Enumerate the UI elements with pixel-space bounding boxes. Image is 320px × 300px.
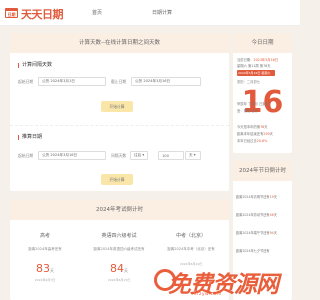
holiday-item[interactable]: 距离2024年劳动节还有46天 <box>236 212 277 217</box>
exam-date: 2024年6月15日 <box>107 278 131 282</box>
nav-date-calculator[interactable]: 日期计算 <box>140 0 184 26</box>
holiday-item[interactable]: 距离2024年端午节还有94天 <box>236 230 277 235</box>
exam-item-cet[interactable]: 英语四六级考试 距离2024年英语四六级考试还有 84天 2024年6月15日 <box>86 232 152 282</box>
exam-item-gaokao[interactable]: 高考 距离2024年高考还有 83天 2024年6月7日 <box>12 232 78 282</box>
calculate-interval-button[interactable]: 开始计算 <box>101 101 133 112</box>
current-date-line: 当前日期：2024年3月16日 <box>237 58 279 62</box>
watermark-url: mfzyw.com <box>192 292 222 297</box>
site-logo-text[interactable]: 天天日期 <box>21 6 64 22</box>
holiday-item[interactable]: 距离2024年清明节还有19天 <box>236 194 277 199</box>
interval-end-date-input[interactable] <box>131 77 201 86</box>
start-date-label: 起始日期 <box>18 79 34 84</box>
exam-description: 距离2024年中考（北京）还有 <box>167 247 215 251</box>
exam-days: 84 <box>110 262 124 275</box>
end-date-label: 截止日期 <box>111 79 127 84</box>
chevron-down-icon: ▾ <box>193 153 196 157</box>
offset-start-date-label: 起始日期 <box>18 153 34 158</box>
calculate-offset-button[interactable]: 开始计算 <box>101 174 133 185</box>
exam-name: 英语四六级考试 <box>101 233 137 239</box>
unit-select[interactable]: 天 ▾ <box>185 151 201 160</box>
today-title: 今日日期 <box>233 33 292 53</box>
exam-item-zhongkao[interactable]: 中考（北京） 距离2024年中考（北京）还有 2024年6月24日 <box>158 232 224 266</box>
year-progress-line: 本年已经过去20.8% <box>237 139 268 143</box>
interval-start-date-input[interactable] <box>38 77 106 86</box>
section-divider <box>10 125 229 126</box>
direction-value: 往后 <box>134 153 142 157</box>
exam-countdown-title: 2024年考试倒计时 <box>10 200 229 220</box>
exam-name: 中考（北京） <box>175 233 206 239</box>
direction-select[interactable]: 往后 ▾ <box>130 151 148 160</box>
interval-section-title: 计算间隔天数 <box>18 63 52 68</box>
exam-description: 距离2024年英语四六级考试还有 <box>93 247 145 251</box>
holiday-countdown-title: 2024年节日倒计时 <box>233 161 292 181</box>
offset-start-date-input[interactable] <box>38 151 106 160</box>
today-badge: 2024年3月16日 星期六 <box>237 70 275 76</box>
unit-value: 天 <box>189 153 193 157</box>
calendar-logo-icon[interactable]: 日期 <box>5 8 18 18</box>
exam-description: 距离2024年高考还有 <box>28 247 62 251</box>
interval-days-label: 间隔天数 <box>111 153 127 158</box>
calculator-title: 计算天数--在线计算日期之间天数 <box>10 33 229 53</box>
exam-days-unit: 天 <box>50 268 54 273</box>
watermark-text: 免费资源网 <box>168 272 279 298</box>
exam-days: 83 <box>36 262 50 275</box>
exam-date: 2024年6月7日 <box>34 278 56 282</box>
offset-section-title: 推算日期 <box>18 135 42 140</box>
days-remaining-line: 距离本年结束还有290天 <box>237 132 273 136</box>
today-date-card: 今日日期 当前日期：2024年3月16日 星期六 第11周 第76天 2024年… <box>233 33 292 153</box>
holiday-item[interactable]: 距离2024年七夕节还有 <box>236 248 270 253</box>
watermark-overlay: 免费资源网 mfzyw.com <box>154 263 300 300</box>
day-of-year-line: 今天是本年的第76天 <box>237 125 268 129</box>
exam-days-unit: 天 <box>124 268 128 273</box>
date-calculator-card: 计算天数--在线计算日期之间天数 计算间隔天数 起始日期 截止日期 开始计算 推… <box>10 33 229 191</box>
chevron-down-icon: ▾ <box>142 153 145 157</box>
nav-home[interactable]: 首页 <box>82 0 112 26</box>
auspicious-line: 宜：祭祀 出行 <box>237 109 258 113</box>
week-info-line: 星期六 第11周 第76天 <box>237 64 271 68</box>
lunar-date-line: 农历：二月初七 <box>237 80 261 84</box>
days-input[interactable] <box>158 151 184 160</box>
exam-name: 高考 <box>39 233 50 239</box>
top-navigation-bar: 日期 天天日期 首页 日期计算 <box>0 0 300 26</box>
ganzhi-line: 甲辰年 丁卯月 己亥日 <box>237 102 269 106</box>
